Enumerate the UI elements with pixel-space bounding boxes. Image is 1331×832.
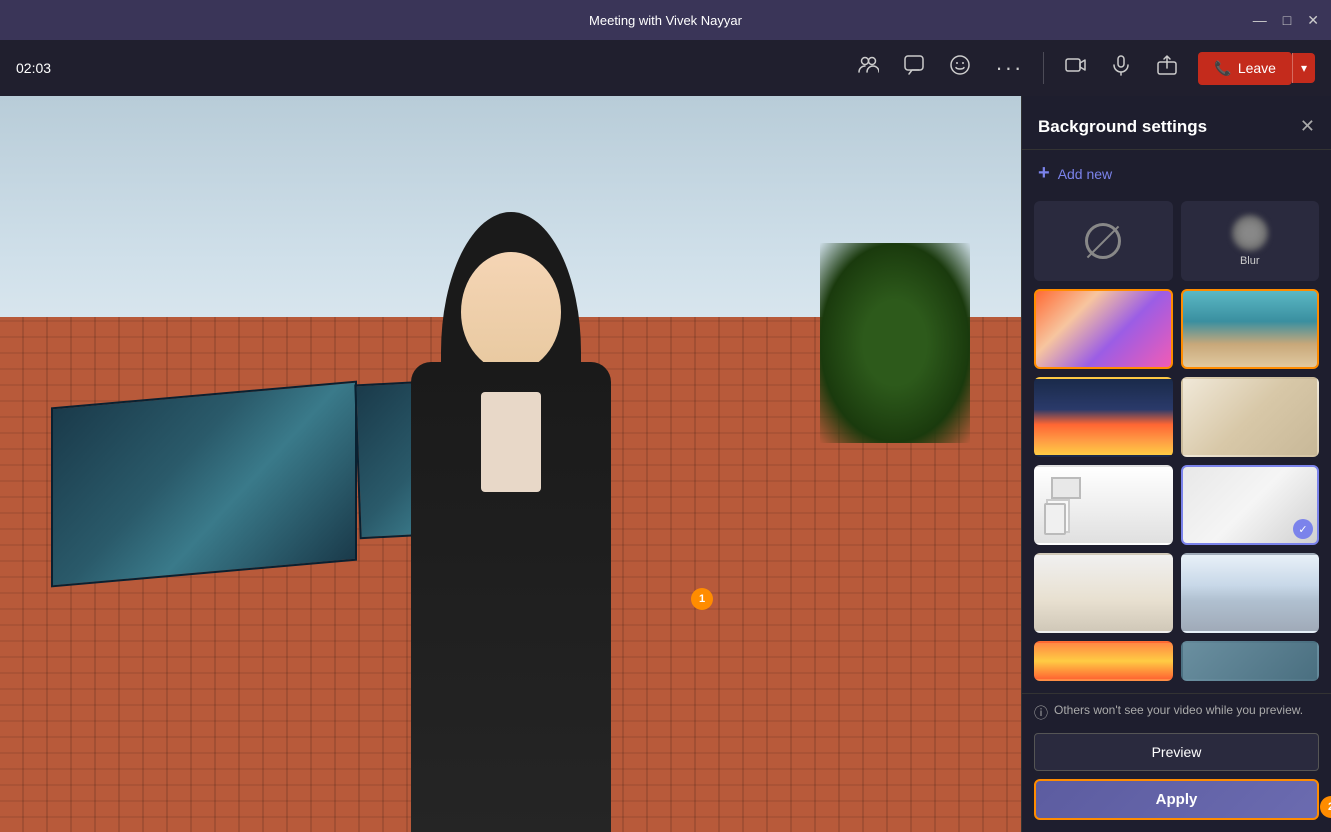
glass-panel-1 (51, 381, 357, 588)
window-close-button[interactable]: ✕ (1307, 13, 1319, 27)
blur-label: Blur (1240, 255, 1260, 267)
bg-row-5 (1034, 553, 1319, 633)
more-options-button[interactable]: ··· (987, 51, 1031, 85)
bg-interior1-option[interactable] (1181, 377, 1320, 457)
room-picture-decoration (1051, 477, 1081, 499)
selected-check-icon: ✓ (1293, 519, 1313, 539)
bg-gradient1-option[interactable] (1034, 289, 1173, 369)
person-video (351, 212, 671, 832)
toolbar-right-controls: ··· 📞 Leave ▾ (849, 48, 1315, 88)
reactions-button[interactable] (941, 48, 979, 88)
leave-button-group: 📞 Leave ▾ (1198, 52, 1315, 85)
main-content: 1 Background settings ✕ + Add new Blur (0, 96, 1331, 832)
bg-row-2 (1034, 289, 1319, 369)
bg-white-room-option[interactable] (1034, 465, 1173, 545)
no-background-icon (1085, 223, 1121, 259)
mic-button[interactable] (1102, 48, 1140, 88)
window-title: Meeting with Vivek Nayyar (589, 13, 742, 28)
video-scene (0, 96, 1021, 832)
background-settings-panel: Background settings ✕ + Add new Blur (1021, 96, 1331, 832)
more-icon: ··· (995, 57, 1023, 79)
bg-modern-office-option[interactable] (1181, 553, 1320, 633)
bg-bedroom-option[interactable] (1034, 553, 1173, 633)
bg-row-3 (1034, 377, 1319, 457)
add-new-label: Add new (1058, 166, 1112, 182)
leave-label: Leave (1238, 60, 1276, 76)
leave-dropdown-button[interactable]: ▾ (1292, 53, 1315, 83)
titlebar: Meeting with Vivek Nayyar — □ ✕ (0, 0, 1331, 40)
reactions-icon (949, 54, 971, 82)
toolbar-separator (1043, 52, 1044, 84)
bg-row-1: Blur (1034, 201, 1319, 281)
panel-close-button[interactable]: ✕ (1300, 116, 1315, 137)
step1-indicator: 1 (691, 588, 713, 610)
participants-icon (857, 54, 879, 82)
panel-footer: ⓘ Others won't see your video while you … (1022, 693, 1331, 832)
bg-row-6 (1034, 641, 1319, 681)
bg-city-option[interactable] (1034, 377, 1173, 457)
bg-blur-option[interactable]: Blur (1181, 201, 1320, 281)
bg-none-option[interactable] (1034, 201, 1173, 281)
mic-icon (1110, 54, 1132, 82)
info-icon: ⓘ (1034, 703, 1048, 723)
camera-icon (1064, 54, 1086, 82)
meeting-toolbar: 02:03 ··· (0, 40, 1331, 96)
blur-avatar-icon (1232, 215, 1268, 251)
backgrounds-grid: Blur ✓ (1022, 197, 1331, 693)
info-row: ⓘ Others won't see your video while you … (1034, 702, 1319, 723)
chat-icon (903, 54, 925, 82)
bg-warm-gradient-option[interactable] (1034, 641, 1173, 681)
camera-button[interactable] (1056, 48, 1094, 88)
bg-extra-option[interactable] (1181, 641, 1320, 681)
phone-icon: 📞 (1214, 60, 1231, 77)
add-new-plus-icon: + (1038, 162, 1050, 185)
preview-button[interactable]: Preview (1034, 733, 1319, 771)
room-frame-decoration (1044, 503, 1066, 535)
panel-header: Background settings ✕ (1022, 96, 1331, 150)
share-icon (1156, 54, 1178, 82)
add-new-button[interactable]: + Add new (1022, 150, 1331, 197)
maximize-button[interactable]: □ (1283, 13, 1291, 27)
meeting-timer: 02:03 (16, 60, 66, 76)
info-text: Others won't see your video while you pr… (1054, 702, 1303, 719)
panel-title: Background settings (1038, 117, 1207, 137)
tree-background (820, 243, 970, 443)
chat-button[interactable] (895, 48, 933, 88)
video-area: 1 (0, 96, 1021, 832)
bg-office1-option[interactable] (1181, 289, 1320, 369)
share-button[interactable] (1148, 48, 1186, 88)
titlebar-controls: — □ ✕ (1253, 13, 1319, 27)
bg-row-4: ✓ (1034, 465, 1319, 545)
bg-abstract-white-option[interactable]: ✓ (1181, 465, 1320, 545)
leave-button[interactable]: 📞 Leave (1198, 52, 1292, 85)
minimize-button[interactable]: — (1253, 13, 1267, 27)
apply-button[interactable]: Apply (1034, 779, 1319, 820)
participants-button[interactable] (849, 48, 887, 88)
